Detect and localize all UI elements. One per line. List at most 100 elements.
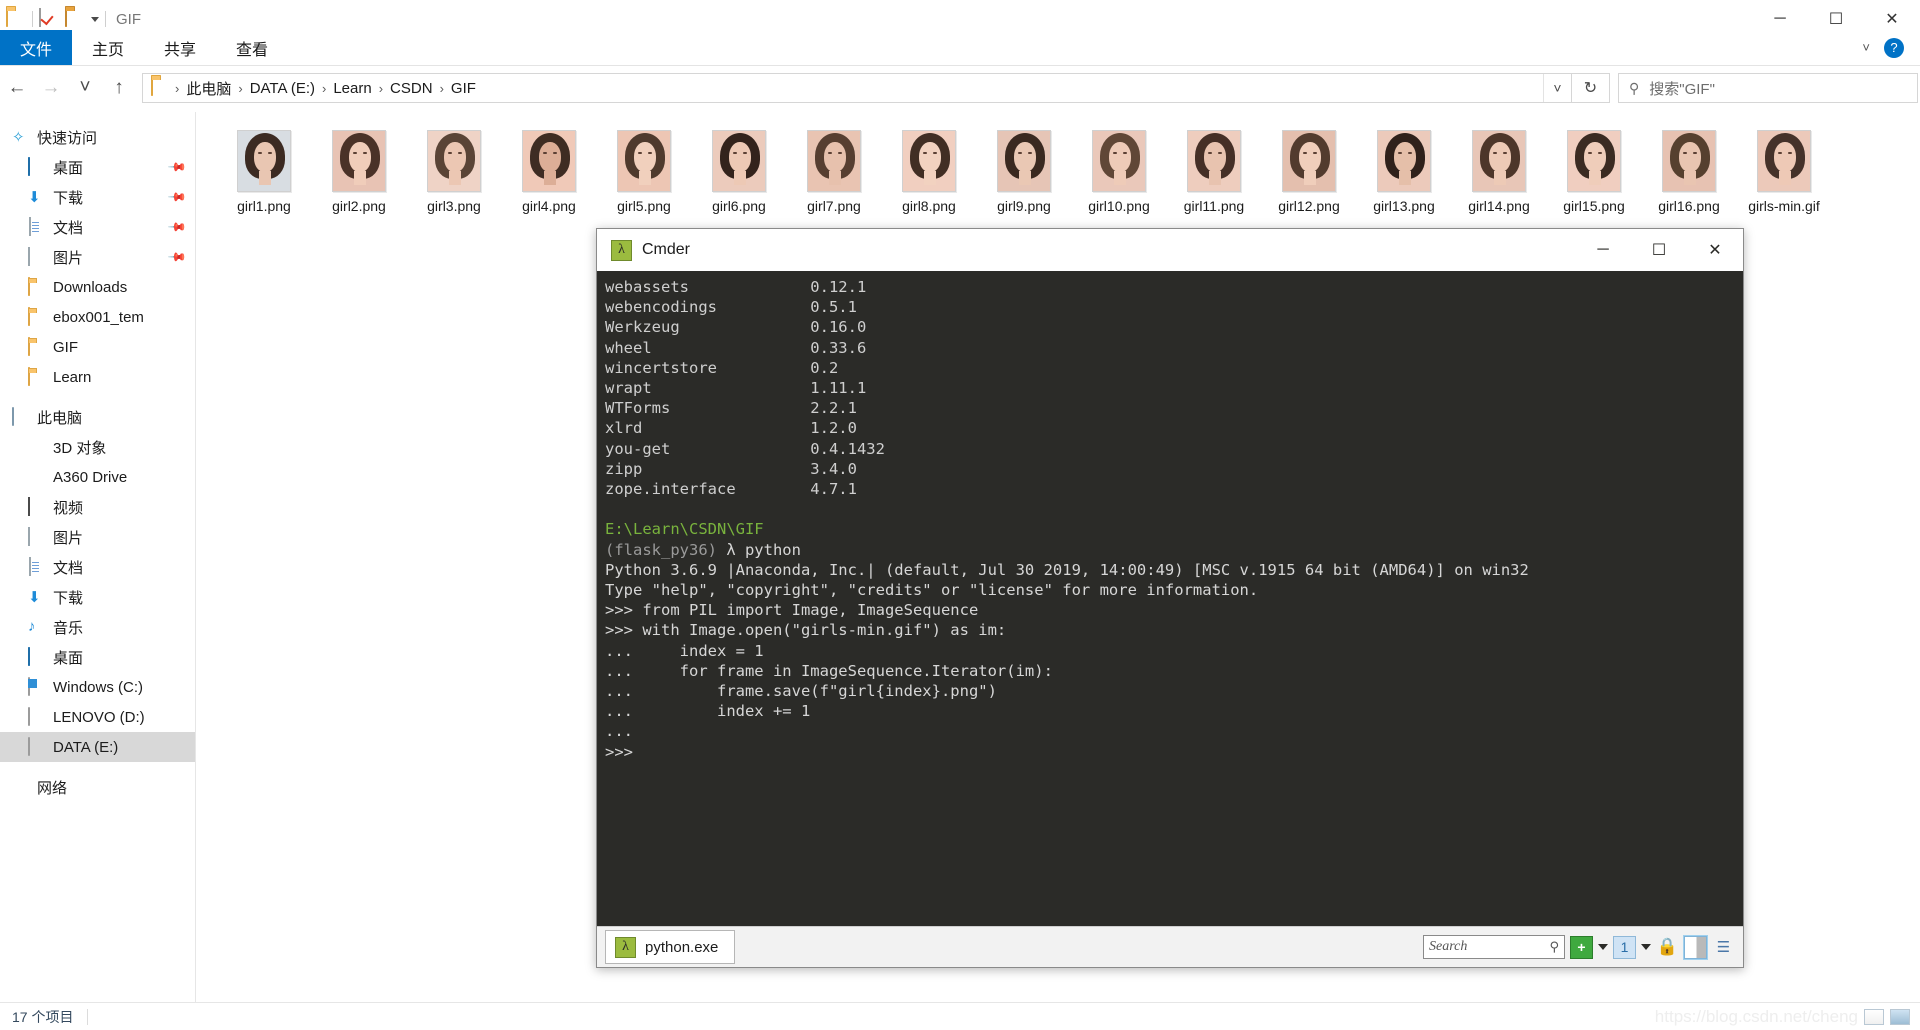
sidebar-item-音乐[interactable]: ♪音乐 [0,612,195,642]
pin-icon[interactable]: 📌 [167,187,187,207]
tab-view[interactable]: 查看 [216,30,288,65]
cmder-minimize-button[interactable]: ─ [1575,229,1631,271]
help-icon[interactable]: ? [1884,38,1904,58]
active-tab-count[interactable]: 1 [1613,936,1636,959]
watermark-text: https://blog.csdn.net/cheng [1655,1007,1858,1027]
details-view-icon[interactable] [1864,1009,1884,1025]
pip-package-row: Werkzeug 0.16.0 [605,318,866,336]
file-item[interactable]: girl4.png [502,124,596,214]
sidebar-item-DATA (E:)[interactable]: DATA (E:) [0,732,195,762]
recent-locations-button[interactable]: ˅ [68,71,102,105]
sidebar-item-label: 文档 [53,217,83,238]
file-item[interactable]: girl8.png [882,124,976,214]
file-item[interactable]: girl3.png [407,124,501,214]
checkbox-properties-icon[interactable] [39,9,59,29]
sidebar-item-桌面[interactable]: 桌面📌 [0,152,195,182]
breadcrumb-item-1[interactable]: DATA (E:) [245,80,320,97]
sidebar-item-Windows (C:)[interactable]: Windows (C:) [0,672,195,702]
new-tab-button[interactable]: + [1570,936,1593,959]
sidebar-item-视频[interactable]: 视频 [0,492,195,522]
file-item[interactable]: girl9.png [977,124,1071,214]
file-thumbnail [332,130,386,192]
sidebar-item-下载[interactable]: ⬇下载 [0,582,195,612]
terminal-line: ... frame.save(f"girl{index}.png") [605,682,997,700]
sidebar-item-图片[interactable]: 图片 [0,522,195,552]
file-item[interactable]: girl16.png [1642,124,1736,214]
file-item[interactable]: girl2.png [312,124,406,214]
forward-button[interactable]: → [34,71,68,105]
sidebar-item-桌面[interactable]: 桌面 [0,642,195,672]
cmder-tab-python[interactable]: λ python.exe [605,930,735,964]
sidebar-item-Downloads[interactable]: Downloads [0,272,195,302]
address-dropdown-group: ˅ [1543,73,1571,103]
sidebar-item-下载[interactable]: ⬇下载📌 [0,182,195,212]
cmder-search-input[interactable]: Search ⚲ [1423,935,1565,959]
pin-icon[interactable]: 📌 [167,217,187,237]
search-input[interactable]: ⚲ 搜索"GIF" [1618,73,1918,103]
folder-new-icon[interactable] [65,9,85,29]
nav-group-label: 快速访问 [37,127,97,148]
chevron-down-icon[interactable] [91,17,99,22]
file-item[interactable]: girl7.png [787,124,881,214]
large-icons-view-icon[interactable] [1890,1009,1910,1025]
file-item[interactable]: girl5.png [597,124,691,214]
sidebar-item-文档[interactable]: 文档 📌 [0,212,195,242]
folder-icon[interactable] [6,9,26,29]
cmder-window[interactable]: λ Cmder ─ ☐ ✕ webassets 0.12.1 webencodi… [596,228,1744,968]
pin-icon[interactable]: 📌 [167,157,187,177]
navigation-pane[interactable]: ✧快速访问桌面📌⬇下载📌文档📌图片📌Downloadsebox001_temGI… [0,112,196,1002]
breadcrumb-separator: › [438,81,446,96]
file-item[interactable]: girl12.png [1262,124,1356,214]
nav-group-快速访问[interactable]: ✧快速访问 [0,122,195,152]
chevron-down-icon[interactable]: ˅ [1862,40,1870,55]
back-button[interactable]: ← [0,71,34,105]
file-item[interactable]: girls-min.gif [1737,124,1831,214]
hamburger-menu-icon[interactable]: ☰ [1712,936,1735,959]
pin-icon[interactable]: 📌 [167,247,187,267]
breadcrumb-item-4[interactable]: GIF [446,80,481,97]
file-item[interactable]: girl14.png [1452,124,1546,214]
search-placeholder: 搜索"GIF" [1649,78,1715,99]
cmder-close-button[interactable]: ✕ [1687,229,1743,271]
tab-list-chevron-down-icon[interactable] [1641,944,1651,950]
folder-icon [28,368,46,386]
file-item[interactable]: girl1.png [217,124,311,214]
tab-share[interactable]: 共享 [144,30,216,65]
lock-icon[interactable]: 🔒 [1656,936,1679,959]
chevron-down-icon[interactable]: ˅ [1543,74,1571,102]
pip-package-row: you-get 0.4.1432 [605,440,885,458]
sidebar-item-ebox001_tem[interactable]: ebox001_tem [0,302,195,332]
tab-home[interactable]: 主页 [72,30,144,65]
breadcrumb-item-3[interactable]: CSDN [385,80,438,97]
file-name-label: girl16.png [1658,198,1720,214]
nav-group-网络[interactable]: 网络 [0,772,195,802]
sidebar-item-GIF[interactable]: GIF [0,332,195,362]
folder-icon [151,78,171,98]
breadcrumb[interactable]: › 此电脑 › DATA (E:) › Learn › CSDN › GIF ˅ [142,73,1572,103]
new-tab-chevron-down-icon[interactable] [1598,944,1608,950]
refresh-button[interactable]: ↻ [1572,73,1610,103]
terminal-prompt-env: (flask_py36) [605,541,717,559]
split-panes-icon[interactable] [1684,936,1707,959]
terminal-line: Python 3.6.9 |Anaconda, Inc.| (default, … [605,561,1529,579]
cmder-maximize-button[interactable]: ☐ [1631,229,1687,271]
breadcrumb-item-0[interactable]: 此电脑 [181,78,236,99]
cmder-tab-label: python.exe [645,939,718,956]
file-item[interactable]: girl6.png [692,124,786,214]
nav-group-此电脑[interactable]: 此电脑 [0,402,195,432]
file-item[interactable]: girl10.png [1072,124,1166,214]
file-name-label: girl12.png [1278,198,1340,214]
sidebar-item-文档[interactable]: 文档 [0,552,195,582]
sidebar-item-A360 Drive[interactable]: A360 Drive [0,462,195,492]
sidebar-item-Learn[interactable]: Learn [0,362,195,392]
terminal-output[interactable]: webassets 0.12.1 webencodings 0.5.1 Werk… [597,271,1743,926]
file-item[interactable]: girl13.png [1357,124,1451,214]
sidebar-item-图片[interactable]: 图片📌 [0,242,195,272]
file-item[interactable]: girl11.png [1167,124,1261,214]
file-item[interactable]: girl15.png [1547,124,1641,214]
sidebar-item-3D 对象[interactable]: 3D 对象 [0,432,195,462]
up-button[interactable]: ↑ [102,71,136,105]
breadcrumb-item-2[interactable]: Learn [328,80,376,97]
tab-file[interactable]: 文件 [0,30,72,65]
sidebar-item-LENOVO (D:)[interactable]: LENOVO (D:) [0,702,195,732]
